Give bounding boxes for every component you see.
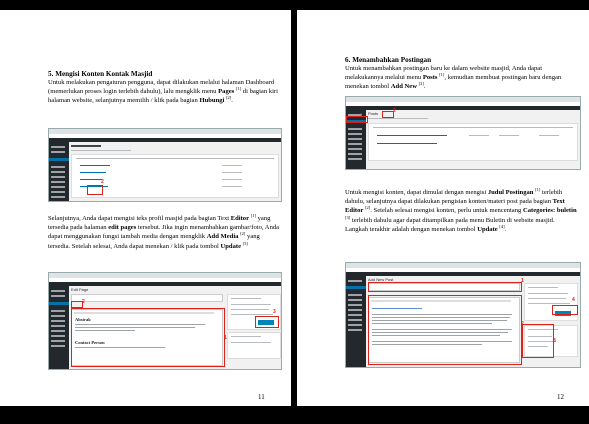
bold-term: Pages [218,88,235,96]
annotation-marker-2: 2 [393,108,396,114]
left-paragraph-1: Untuk melakukan pengaturan pengguna, dap… [48,78,280,106]
right-paragraph-2: Untuk mengisi konten, dapat dimulai deng… [345,187,579,234]
bold-term: Hubungi [199,97,225,105]
text-run: . [231,97,233,105]
annotation-box-editor [368,295,522,365]
annotation-marker-1: 1 [360,113,363,119]
section-heading-6: 6. Menambahkan Postingan [345,56,432,64]
bold-term: Add New [390,83,417,91]
screenshot-posts-list: Posts 1 2 [345,96,581,170]
right-page: 6. Menambahkan Postingan Untuk menambahk… [297,10,589,406]
bold-term: Update [477,225,498,233]
page-number: 12 [557,393,564,401]
bold-term: edit pages [108,224,137,232]
annotation-marker-4: 4 [572,297,575,303]
text-run: terlebih dahulu agar dapat ditampilkan p… [345,216,555,233]
right-paragraph-1: Untuk menambahkan postingan baru ke dala… [345,64,579,92]
annotation-box-update [552,305,578,315]
bold-term: Judul Postingan [487,189,534,196]
annotation-box-title [368,282,522,292]
annotation-marker: 2 [101,179,104,185]
annotation-marker-1: 1 [521,278,524,284]
bold-term: Add Media [206,233,239,241]
left-page: 5. Mengisi Konten Kontak Masjid Untuk me… [0,10,291,406]
annotation-box-categories [522,324,554,358]
bold-term: Editor [230,215,250,222]
annotation-box-editor [71,308,225,367]
top-black-bar [0,0,589,10]
left-paragraph-2: Selanjutnya, Anda dapat mengisi teks pro… [48,213,280,251]
annotation-box-update [255,316,279,328]
text-run: Untuk mengisi konten, dapat dimulai deng… [345,189,488,196]
edit-page-title: Edit Page [71,287,89,292]
text-run: . Setelah selesai mengisi konten, perlu … [370,207,523,215]
annotation-marker-1: 1 [224,335,227,341]
text-run: . [423,83,426,91]
posts-title: Posts [368,111,379,116]
annotation-marker-3: 3 [273,309,276,315]
annotation-box-posts [346,116,368,123]
bold-term: Categories: buletin [522,207,577,215]
screenshot-pages-list: 2 [48,128,282,202]
reference-marker: [3] [242,240,248,246]
text-run: . [504,225,507,233]
bottom-black-bar [0,406,589,424]
text-run: Selanjutnya, Anda dapat mengisi teks pro… [48,215,231,222]
screenshot-edit-page: Edit Page Abstrak Contact Person 1 2 3 [48,272,282,370]
annotation-marker-2: 2 [82,299,85,305]
annotation-marker-3: 3 [553,338,556,344]
bold-term: Posts [422,74,438,82]
page-number: 11 [258,393,265,401]
screenshot-add-new-post: Add New Post 1 2 3 4 [345,262,581,368]
bold-term: Update [220,242,241,250]
annotation-box [87,185,103,195]
section-heading-5: 5. Mengisi Konten Kontak Masjid [48,70,153,78]
